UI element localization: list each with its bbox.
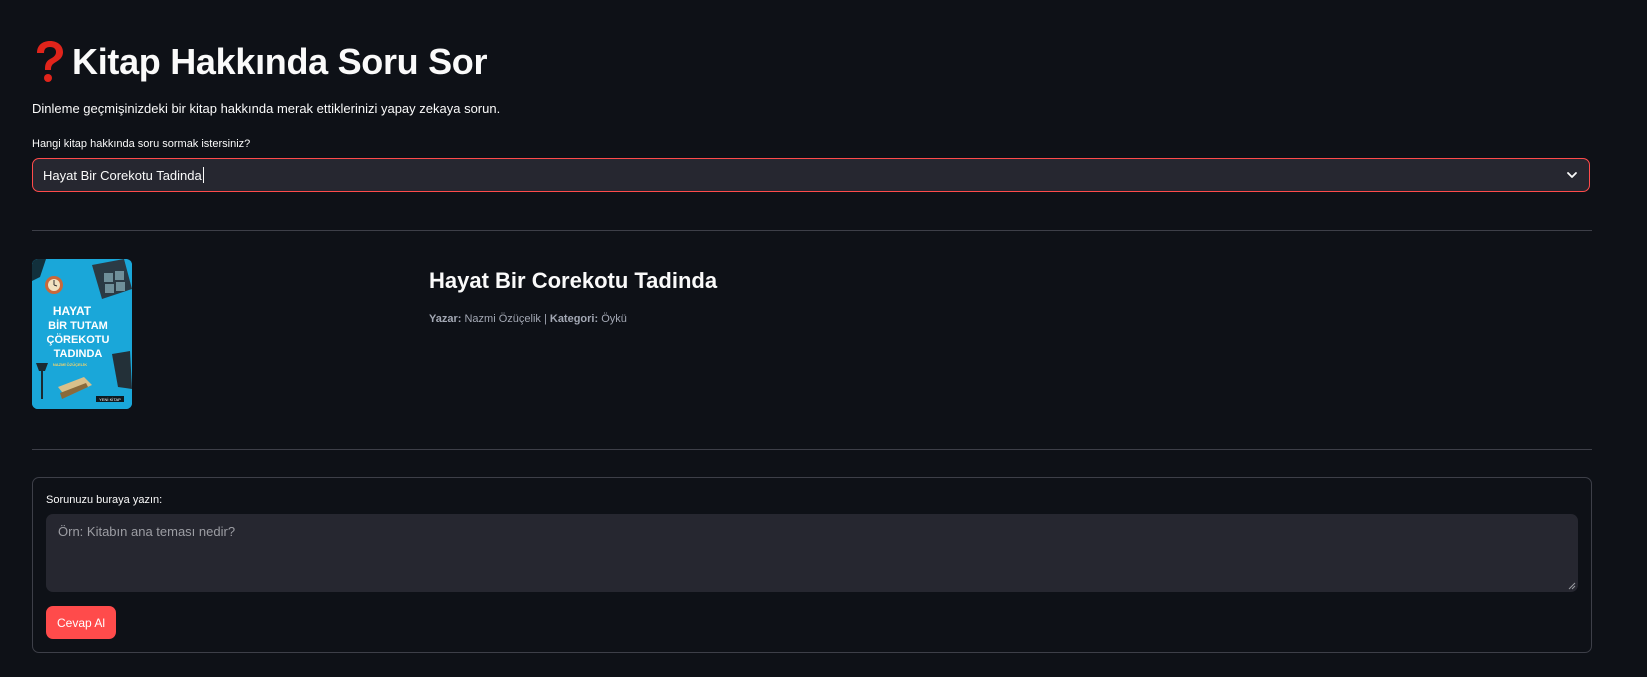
chevron-down-icon[interactable] (1565, 168, 1579, 182)
author-name: Nazmi Özüçelik (464, 313, 541, 325)
divider (32, 230, 1592, 231)
book-select-value-wrap: Hayat Bir Corekotu Tadinda (43, 167, 204, 183)
meta-separator: | (543, 313, 547, 325)
author-label: Yazar: (429, 313, 462, 325)
cover-title-line: BİR TUTAM (48, 319, 108, 332)
get-answer-button[interactable]: Cevap Al (46, 606, 117, 639)
question-mark-icon (37, 41, 63, 82)
cover-title-line: ÇÖREKOTU (47, 333, 110, 346)
text-cursor (202, 167, 204, 183)
category-name: Öykü (601, 313, 627, 325)
book-select[interactable]: Hayat Bir Corekotu Tadinda (32, 158, 1590, 192)
book-cover-image: HAYAT BİR TUTAM ÇÖREKOTU TADINDA NAZMİ Ö… (32, 259, 132, 409)
page-subtitle: Dinleme geçmişinizdeki bir kitap hakkınd… (32, 101, 501, 116)
cover-author: NAZMİ ÖZÜÇELİK (53, 362, 87, 367)
question-form: Sorunuzu buraya yazın: Cevap Al (32, 477, 1592, 653)
app-page: Kitap Hakkında Soru Sor Dinleme geçmişin… (0, 0, 1647, 677)
cover-title-line: HAYAT (53, 304, 92, 318)
title-row: Kitap Hakkında Soru Sor (32, 40, 487, 84)
divider (32, 449, 1592, 450)
book-title: Hayat Bir Corekotu Tadinda (429, 268, 718, 293)
question-textarea[interactable] (46, 514, 1578, 592)
page-title: Kitap Hakkında Soru Sor (72, 41, 488, 82)
resize-handle-icon[interactable] (1568, 582, 1576, 590)
book-select-value: Hayat Bir Corekotu Tadinda (43, 167, 202, 183)
question-label: Sorunuzu buraya yazın: (46, 494, 163, 506)
book-meta: Yazar: Nazmi Özüçelik | Kategori: Öykü (429, 313, 627, 325)
cover-publisher: YENİ KİTAP (99, 397, 121, 402)
book-select-label: Hangi kitap hakkında soru sormak istersi… (32, 138, 251, 150)
book-cover-art: HAYAT BİR TUTAM ÇÖREKOTU TADINDA NAZMİ Ö… (32, 259, 132, 409)
cover-title-line: TADINDA (54, 348, 103, 360)
category-label: Kategori: (549, 313, 599, 325)
